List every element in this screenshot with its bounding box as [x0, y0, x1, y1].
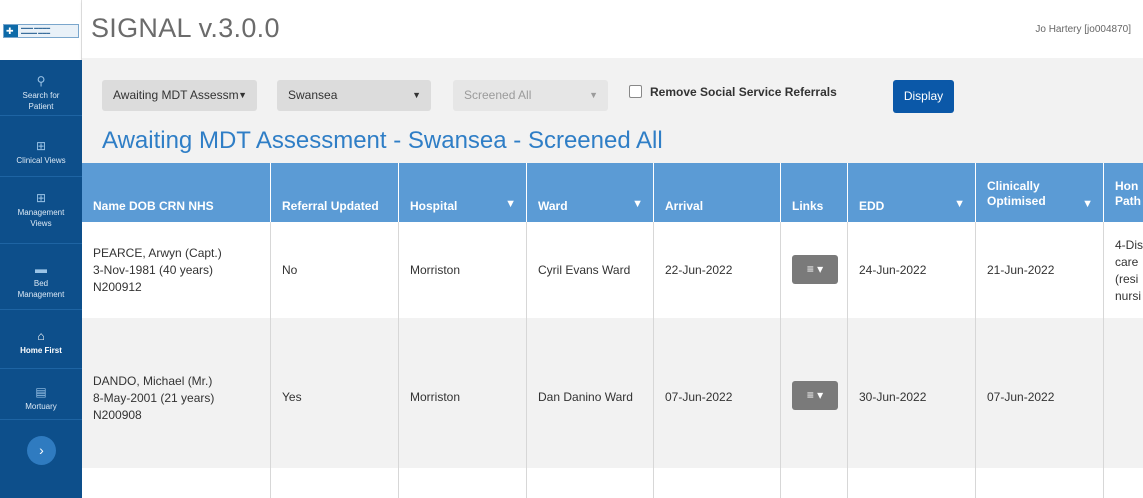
column-header-edd[interactable]: EDD ▼ [848, 163, 976, 222]
cell-links: ≡ ▾ [781, 318, 848, 468]
patient-crn: N200908 [93, 408, 142, 422]
cell-clinically-optimised: 07-Jun-2022 [976, 318, 1104, 468]
app-root: ✚ ▬▬▬ ▬▬▬▬ ▬▬▬▬ ▬▬▬ ⚲ Search for Patient… [0, 0, 1143, 498]
sidebar-item-label: Clinical Views [16, 156, 66, 165]
column-header-home-pathway[interactable]: Hon Path [1104, 163, 1143, 222]
cell-referral-updated [271, 468, 399, 498]
cell-home-pathway [1104, 468, 1143, 498]
cell-patient: DANDO, Michael (Mr.) 8-May-2001 (21 year… [82, 318, 271, 468]
book-icon: ▤ [35, 385, 47, 399]
sidebar-item-search[interactable]: ⚲ Search for Patient [0, 62, 82, 116]
sidebar-item-label: Mortuary [25, 402, 57, 411]
cell-hospital: Morriston [399, 222, 527, 318]
links-menu-button[interactable]: ≡ ▾ [792, 381, 838, 410]
sidebar-item-bed-management[interactable]: ▬ Bed Management [0, 245, 82, 310]
cell-links [781, 468, 848, 498]
sidebar-item-label: Management Views [17, 208, 65, 228]
caret-down-icon: ▼ [412, 90, 421, 100]
links-menu-button[interactable]: ≡ ▾ [792, 255, 838, 284]
cell-edd: 30-Jun-2022 [848, 318, 976, 468]
patient-table: Name DOB CRN NHS Referral Updated Hospit… [82, 163, 1143, 498]
location-select[interactable]: Swansea ▼ [277, 80, 431, 111]
cell-ward: Cyril Evans Ward [527, 222, 654, 318]
filter-icon[interactable]: ▼ [632, 198, 643, 210]
filter-icon[interactable]: ▼ [954, 198, 965, 210]
sidebar: ✚ ▬▬▬ ▬▬▬▬ ▬▬▬▬ ▬▬▬ ⚲ Search for Patient… [0, 0, 82, 498]
cell-patient: PEARCE, Arwyn (Capt.) 3-Nov-1981 (40 yea… [82, 222, 271, 318]
column-header-arrival[interactable]: Arrival [654, 163, 781, 222]
caret-down-icon: ▼ [589, 90, 598, 100]
column-header-name[interactable]: Name DOB CRN NHS [82, 163, 271, 222]
sidebar-item-label: Home First [20, 346, 62, 355]
remove-social-referrals-label[interactable]: Remove Social Service Referrals [650, 85, 837, 99]
column-header-hospital[interactable]: Hospital ▼ [399, 163, 527, 222]
table-header-row: Name DOB CRN NHS Referral Updated Hospit… [82, 163, 1143, 222]
table-row[interactable]: PEARCE, Arwyn (Capt.) 3-Nov-1981 (40 yea… [82, 222, 1143, 318]
app-title: SIGNAL v.3.0.0 [91, 13, 280, 43]
status-select[interactable]: Awaiting MDT Assessm ▼ [102, 80, 257, 111]
table-row[interactable] [82, 468, 1143, 498]
top-header: SIGNAL v.3.0.0 Jo Hartery [jo004870] [82, 0, 1143, 58]
cell-clinically-optimised [976, 468, 1104, 498]
location-select-value: Swansea [288, 88, 338, 102]
filter-icon[interactable]: ▼ [1082, 198, 1093, 210]
cell-ward: Dan Danino Ward [527, 318, 654, 468]
logo-container: ✚ ▬▬▬ ▬▬▬▬ ▬▬▬▬ ▬▬▬ [0, 0, 82, 60]
home-icon: ⌂ [37, 329, 45, 343]
page-title: Awaiting MDT Assessment - Swansea - Scre… [102, 127, 663, 154]
cell-referral-updated: Yes [271, 318, 399, 468]
sidebar-item-mortuary[interactable]: ▤ Mortuary [0, 370, 82, 420]
sidebar-item-label: Bed Management [17, 279, 65, 299]
cell-hospital [399, 468, 527, 498]
nhs-logo: ✚ ▬▬▬ ▬▬▬▬ ▬▬▬▬ ▬▬▬ [3, 24, 79, 38]
sidebar-expand-button[interactable]: › [27, 436, 56, 465]
patient-name: PEARCE, Arwyn (Capt.) [93, 246, 222, 260]
cell-home-pathway: 4-Dis care (resi nursi [1115, 238, 1143, 303]
cell-links: ≡ ▾ [781, 222, 848, 318]
cell-arrival [654, 468, 781, 498]
cell-hospital: Morriston [399, 318, 527, 468]
table-row[interactable]: DANDO, Michael (Mr.) 8-May-2001 (21 year… [82, 318, 1143, 468]
caret-down-icon: ▼ [238, 90, 247, 100]
remove-social-referrals-checkbox[interactable] [629, 85, 642, 98]
column-header-links[interactable]: Links [781, 163, 848, 222]
user-name[interactable]: Jo Hartery [jo004870] [1035, 24, 1131, 35]
sidebar-item-clinical-views[interactable]: ⊞ Clinical Views [0, 117, 82, 177]
sidebar-item-label: Search for Patient [22, 91, 60, 111]
cell-edd: 24-Jun-2022 [848, 222, 976, 318]
sidebar-item-management-views[interactable]: ⊞ Management Views [0, 178, 82, 244]
search-icon: ⚲ [36, 74, 46, 88]
column-header-clinically-optimised[interactable]: Clinically Optimised ▼ [976, 163, 1104, 222]
patient-crn: N200912 [93, 280, 142, 294]
bed-icon: ▬ [35, 262, 47, 276]
patient-dob: 8-May-2001 (21 years) [93, 391, 215, 405]
cell-patient [82, 468, 271, 498]
screened-select-value: Screened All [464, 88, 532, 102]
cell-clinically-optimised: 21-Jun-2022 [976, 222, 1104, 318]
cell-referral-updated: No [271, 222, 399, 318]
filter-icon[interactable]: ▼ [505, 198, 516, 210]
cell-arrival: 07-Jun-2022 [654, 318, 781, 468]
cell-arrival: 22-Jun-2022 [654, 222, 781, 318]
cell-edd [848, 468, 976, 498]
column-header-ward[interactable]: Ward ▼ [527, 163, 654, 222]
patient-dob: 3-Nov-1981 (40 years) [93, 263, 214, 277]
column-header-referral-updated[interactable]: Referral Updated [271, 163, 399, 222]
grid-icon: ⊞ [35, 139, 47, 153]
screened-select[interactable]: Screened All ▼ [453, 80, 608, 111]
cell-home-pathway [1104, 318, 1143, 468]
cell-ward [527, 468, 654, 498]
status-select-value: Awaiting MDT Assessm [113, 88, 239, 102]
patient-name: DANDO, Michael (Mr.) [93, 374, 213, 388]
grid-icon: ⊞ [35, 191, 47, 205]
display-button[interactable]: Display [893, 80, 954, 113]
sidebar-item-home-first[interactable]: ⌂ Home First [0, 311, 82, 369]
